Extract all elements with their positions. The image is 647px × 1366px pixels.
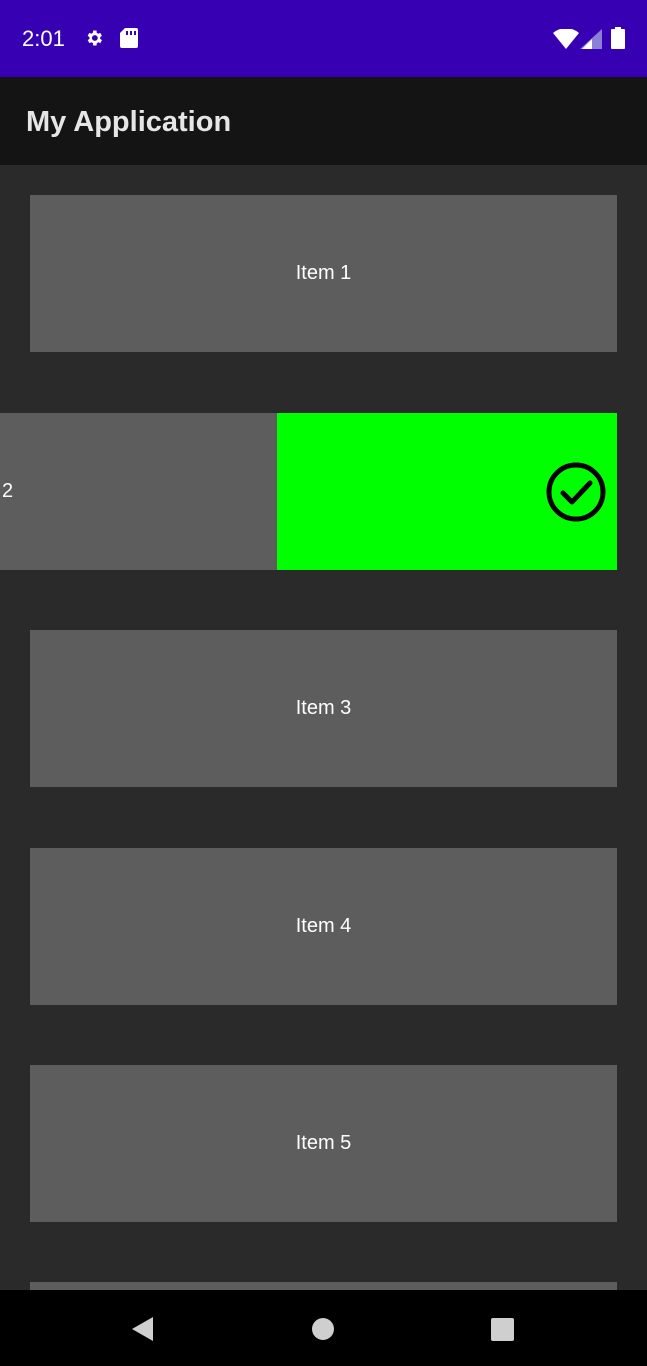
app-bar: My Application [0,77,647,165]
list-item[interactable]: Item 3 [30,630,617,787]
recents-icon[interactable] [491,1318,514,1346]
navigation-bar [0,1290,647,1366]
screen: 2:01 My Application Item 1 2 Item 3 Item… [0,0,647,1366]
list-item-label: Item 3 [295,697,352,719]
gear-icon [84,28,104,48]
battery-icon [611,27,625,49]
list-item[interactable]: Item 4 [30,848,617,1005]
list-item-label: Item 5 [295,1132,352,1154]
status-time: 2:01 [22,26,65,51]
list-item-partial[interactable] [30,1282,617,1290]
swiped-list-item[interactable]: 2 [0,413,617,570]
cell-signal-icon [580,29,602,49]
list-item-label: Item 4 [295,915,352,937]
list-item-label: Item 1 [295,262,352,284]
swipe-action-background[interactable] [277,413,617,570]
back-icon[interactable] [131,1316,155,1347]
list-item-label: 2 [2,480,14,502]
status-bar: 2:01 [0,0,647,77]
home-icon[interactable] [312,1318,334,1345]
app-title: My Application [26,106,232,138]
sd-card-icon [120,28,138,48]
item-list[interactable]: Item 1 2 Item 3 Item 4 Item 5 [0,165,647,1290]
list-item[interactable]: Item 5 [30,1065,617,1222]
swiped-item-foreground[interactable]: 2 [0,413,277,570]
check-circle-icon [545,461,607,528]
list-item[interactable]: Item 1 [30,195,617,352]
wifi-icon [553,29,579,49]
